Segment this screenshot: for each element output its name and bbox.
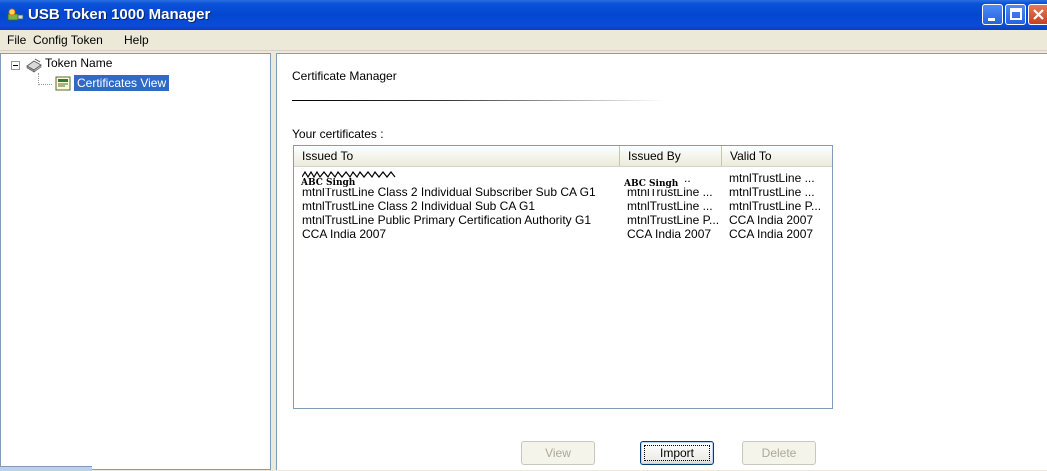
cell-valid-to: mtnlTrustLine P... xyxy=(729,199,822,213)
tree-connector xyxy=(38,84,52,85)
collapse-toggle[interactable] xyxy=(11,61,20,70)
cell-valid-to: mtnlTrustLine ... xyxy=(729,185,815,199)
token-tree[interactable]: Token Name Certificates View xyxy=(0,53,271,470)
view-button[interactable]: View xyxy=(521,441,595,465)
title-bar[interactable]: USB Token 1000 Manager xyxy=(0,0,1047,30)
table-row[interactable]: mtnlTrustLine Public Primary Certificati… xyxy=(294,213,832,227)
cell-valid-to: CCA India 2007 xyxy=(729,227,814,241)
maximize-icon xyxy=(1010,8,1022,20)
minimize-button[interactable] xyxy=(982,4,1003,25)
table-row[interactable]: CCA India 2007 CCA India 2007 CCA India … xyxy=(294,227,832,241)
menu-bar: File Config Token Help xyxy=(0,30,1047,51)
certificates-label: Your certificates : xyxy=(292,127,384,141)
certificates-list[interactable]: Issued To Issued By Valid To .. mtnlTrus… xyxy=(293,145,833,409)
token-icon xyxy=(26,58,42,73)
cell-valid-to: CCA India 2007 xyxy=(729,213,814,227)
menu-file[interactable]: File xyxy=(7,33,26,47)
import-button[interactable]: Import xyxy=(640,441,714,465)
tree-item-token-name[interactable]: Token Name xyxy=(45,56,112,70)
table-row[interactable]: mtnlTrustLine Class 2 Individual Sub CA … xyxy=(294,199,832,213)
certificate-icon xyxy=(55,76,71,91)
title-divider xyxy=(292,100,664,101)
minimize-icon xyxy=(988,18,995,21)
tree-item-certificates-view[interactable]: Certificates View xyxy=(74,75,170,91)
certificate-manager-panel: Certificate Manager Your certificates : … xyxy=(276,53,1047,470)
usb-token-app-icon xyxy=(7,8,24,21)
cell-issued-to: mtnlTrustLine Public Primary Certificati… xyxy=(302,213,591,227)
signature-overlay: ABC Singh xyxy=(300,178,357,188)
status-tab xyxy=(0,466,92,471)
list-header: Issued To Issued By Valid To xyxy=(294,146,832,167)
cell-issued-by: mtnlTrustLine ... xyxy=(627,199,713,213)
menu-help[interactable]: Help xyxy=(124,33,149,47)
page-title: Certificate Manager xyxy=(292,69,397,83)
table-row[interactable]: .. mtnlTrustLine ... xyxy=(294,171,832,185)
column-valid-to[interactable]: Valid To xyxy=(722,146,830,166)
cell-issued-to: mtnlTrustLine Class 2 Individual Sub CA … xyxy=(302,199,535,213)
window-title: USB Token 1000 Manager xyxy=(28,6,211,23)
cell-issued-by: CCA India 2007 xyxy=(627,227,712,241)
signature-overlay: ABC Singh xyxy=(623,179,680,189)
cell-issued-to: CCA India 2007 xyxy=(302,227,387,241)
delete-button[interactable]: Delete xyxy=(742,441,816,465)
column-issued-by[interactable]: Issued By xyxy=(620,146,722,166)
close-icon xyxy=(1033,9,1044,20)
pane-splitter[interactable] xyxy=(271,53,275,470)
cell-issued-by: .. xyxy=(684,171,691,185)
column-issued-to[interactable]: Issued To xyxy=(294,146,620,166)
cell-issued-by: mtnlTrustLine P... xyxy=(627,213,720,227)
cell-valid-to: mtnlTrustLine ... xyxy=(729,171,815,185)
menu-config-token[interactable]: Config Token xyxy=(33,33,103,47)
maximize-button[interactable] xyxy=(1005,4,1026,25)
close-button[interactable] xyxy=(1028,4,1047,25)
table-row[interactable]: mtnlTrustLine Class 2 Individual Subscri… xyxy=(294,185,832,199)
